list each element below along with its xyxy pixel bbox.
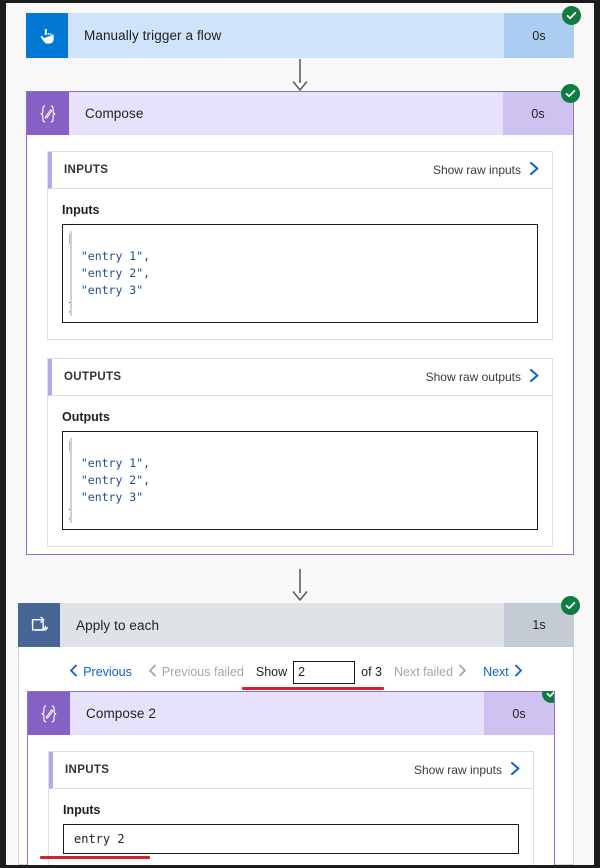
compose-outputs-body: Outputs [ "entry 1", "entry 2", "entry 3… [48, 396, 552, 546]
compose2-inputs-value: entry 2 [63, 824, 519, 854]
status-success-icon-trigger [562, 6, 581, 25]
compose-inputs-body: Inputs [ "entry 1", "entry 2", "entry 3"… [48, 189, 552, 339]
chevron-left-icon [148, 664, 157, 680]
compose2-inputs-header-label: INPUTS [65, 764, 110, 776]
annotation-underline-inputs-value [40, 856, 150, 859]
action-card-compose2[interactable]: Compose 2 0s INPUTS Show raw inputs Inpu… [27, 691, 555, 865]
action-card-compose[interactable]: Compose 0s INPUTS Show raw inputs Inputs [26, 84, 580, 555]
compose-braces-icon [28, 692, 70, 735]
trigger-title: Manually trigger a flow [84, 28, 222, 43]
compose-inputs-header: INPUTS Show raw inputs [48, 152, 552, 189]
flow-canvas: Manually trigger a flow 0s Compose 0s IN… [6, 3, 594, 865]
compose-outputs-header: OUTPUTS Show raw outputs [48, 359, 552, 396]
chevron-right-icon [514, 664, 523, 680]
flow-run-screen: Manually trigger a flow 0s Compose 0s IN… [6, 3, 594, 865]
action-card-apply-to-each[interactable]: Apply to each 1s Previous Previous faile… [18, 596, 580, 865]
pager-next-label: Next [483, 665, 509, 679]
pager-next-button[interactable]: Next [475, 664, 531, 680]
show-raw-outputs-label: Show raw outputs [425, 370, 521, 384]
show-raw-inputs-link[interactable]: Show raw inputs [414, 761, 521, 779]
compose-body: INPUTS Show raw inputs Inputs [ "entry 1… [27, 135, 573, 547]
compose2-header[interactable]: Compose 2 0s [28, 691, 554, 735]
compose2-inputs-body: Inputs entry 2 [49, 789, 533, 865]
annotation-underline-pagination [242, 687, 384, 690]
action-card-trigger[interactable]: Manually trigger a flow 0s [26, 6, 581, 58]
show-raw-inputs-label: Show raw inputs [413, 763, 502, 777]
compose-inputs-panel: INPUTS Show raw inputs Inputs [ "entry 1… [47, 151, 553, 340]
compose2-title: Compose 2 [86, 706, 156, 721]
compose-header[interactable]: Compose 0s [26, 91, 574, 135]
pager-previous-failed-label: Previous failed [161, 665, 244, 679]
apply-to-each-title: Apply to each [76, 617, 160, 633]
pager-next-failed-label: Next failed [394, 665, 454, 679]
compose-inputs-header-label: INPUTS [64, 164, 109, 176]
chevron-right-icon [510, 761, 521, 779]
compose-outputs-code-text: [ "entry 1", "entry 2", "entry 3" ] [67, 439, 151, 521]
trigger-header[interactable]: Manually trigger a flow 0s [26, 13, 574, 58]
pager-show-label: Show [255, 665, 288, 679]
show-raw-inputs-link[interactable]: Show raw inputs [433, 161, 540, 179]
connector-arrow-2 [288, 569, 312, 601]
show-raw-outputs-link[interactable]: Show raw outputs [426, 368, 540, 386]
connector-arrow-1 [288, 59, 312, 91]
compose-inputs-field-label: Inputs [62, 203, 100, 217]
pager-of-label: of 3 [361, 665, 382, 679]
loop-repeat-icon [18, 603, 60, 647]
chevron-left-icon [69, 664, 78, 680]
compose-outputs-header-label: OUTPUTS [64, 371, 122, 383]
chevron-right-icon [458, 664, 467, 680]
pager-next-failed-button[interactable]: Next failed [386, 664, 475, 680]
apply-to-each-header[interactable]: Apply to each 1s [18, 603, 574, 647]
compose-outputs-code: [ "entry 1", "entry 2", "entry 3" ] [62, 431, 538, 530]
compose-inputs-code: [ "entry 1", "entry 2", "entry 3" ] [62, 224, 538, 323]
compose-braces-icon [27, 92, 69, 135]
chevron-right-icon [529, 368, 540, 386]
compose2-inputs-header: INPUTS Show raw inputs [49, 752, 533, 789]
show-raw-inputs-label: Show raw inputs [432, 163, 521, 177]
pager-previous-failed-button[interactable]: Previous failed [140, 664, 252, 680]
compose2-inputs-field-label: Inputs [63, 803, 101, 817]
pager-previous-label: Previous [83, 665, 132, 679]
compose-outputs-panel: OUTPUTS Show raw outputs Outputs [ "entr… [47, 358, 553, 547]
pager-previous-button[interactable]: Previous [61, 664, 140, 680]
status-success-icon-loop [561, 596, 580, 615]
compose2-body: INPUTS Show raw inputs Inputs entry 2 [28, 735, 554, 865]
status-success-icon-compose [561, 84, 580, 103]
pager-iteration-input[interactable] [293, 660, 356, 684]
compose2-inputs-panel: INPUTS Show raw inputs Inputs entry 2 [48, 751, 534, 865]
compose-title: Compose [85, 106, 144, 121]
compose-outputs-field-label: Outputs [62, 410, 110, 424]
compose-inputs-code-text: [ "entry 1", "entry 2", "entry 3" ] [67, 232, 151, 314]
hand-pointer-icon [26, 13, 68, 58]
chevron-right-icon [529, 161, 540, 179]
